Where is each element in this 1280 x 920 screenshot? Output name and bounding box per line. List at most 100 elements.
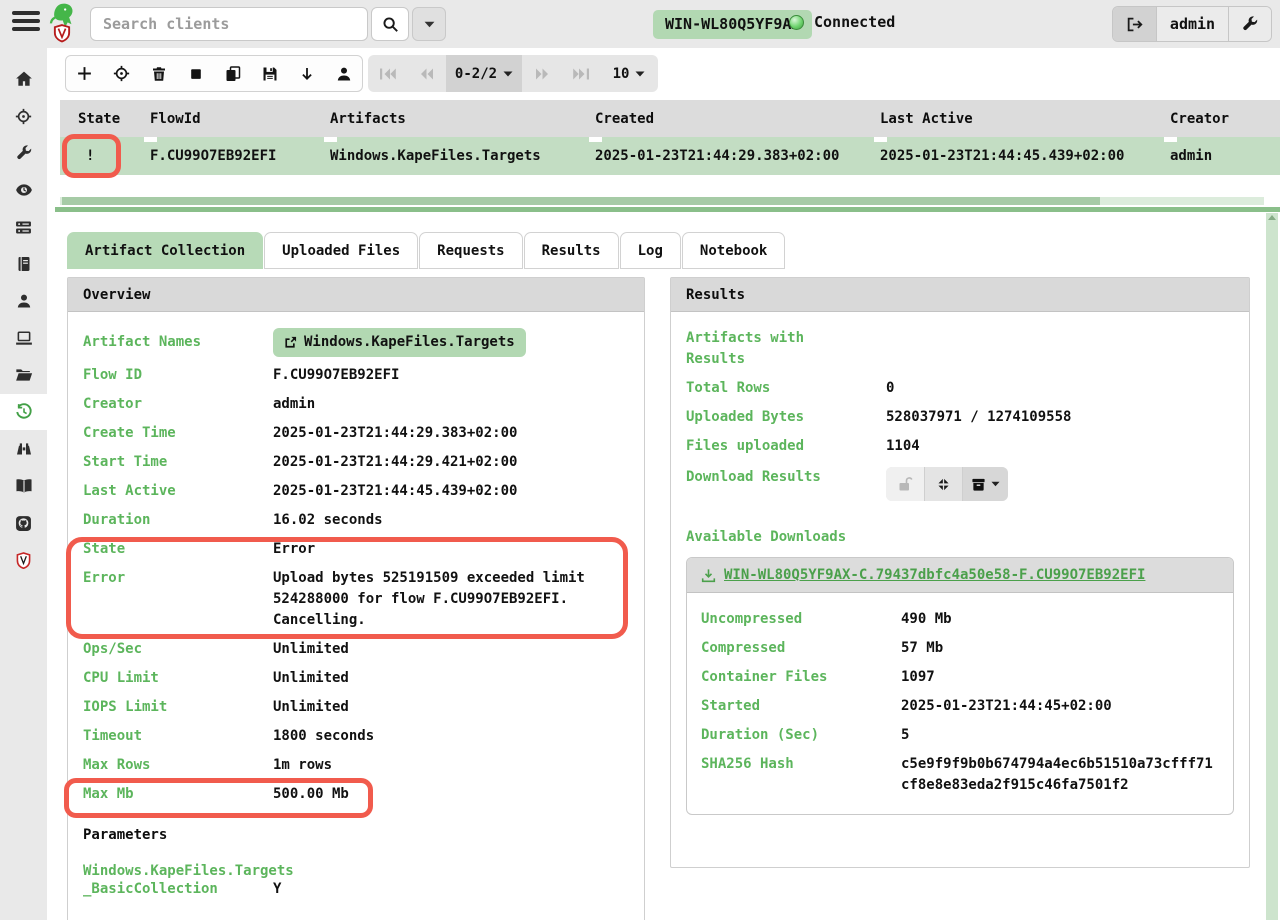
velociraptor-logo-icon (46, 3, 78, 45)
field-value: 1104 (886, 436, 1234, 457)
col-flowid[interactable]: FlowId (150, 111, 330, 127)
history-icon (15, 403, 33, 421)
sidebar-item-github[interactable] (0, 505, 47, 541)
field-value: 490 Mb (901, 609, 1219, 630)
hamburger-menu-icon[interactable] (12, 11, 40, 37)
flow-id-cell: F.CU99O7EB92EFI (150, 148, 330, 164)
col-state[interactable]: State (60, 111, 150, 127)
assign-user-button[interactable] (325, 56, 362, 91)
sidebar-item-velociraptor-shield[interactable] (0, 542, 47, 578)
field-label: Container Files (701, 667, 881, 688)
sidebar-item-dashboard[interactable] (0, 172, 47, 208)
tab-requests[interactable]: Requests (419, 232, 522, 269)
stop-button[interactable] (177, 56, 214, 91)
page-size-dropdown[interactable]: 10 (600, 55, 658, 92)
lock-download-button[interactable] (886, 467, 924, 501)
sidebar-item-docs[interactable] (0, 468, 47, 504)
tab-log[interactable]: Log (620, 232, 681, 269)
search-button[interactable] (371, 7, 409, 41)
laptop-icon (15, 329, 33, 347)
flow-table-row[interactable]: ! F.CU99O7EB92EFI Windows.KapeFiles.Targ… (60, 137, 1280, 175)
parameter-row: _BasicCollection Y (83, 879, 629, 900)
column-resize-handle[interactable] (324, 137, 337, 142)
column-resize-handle[interactable] (589, 137, 602, 142)
sidebar-item-notebooks[interactable] (0, 246, 47, 282)
last-page-button[interactable] (561, 55, 600, 92)
horizontal-scrollbar[interactable] (60, 197, 1264, 205)
page-range-dropdown[interactable]: 0-2/2 (446, 55, 522, 92)
flow-artifacts-cell: Windows.KapeFiles.Targets (330, 148, 595, 164)
caret-down-icon (424, 21, 435, 28)
field-value: 2025-01-23T21:44:29.421+02:00 (273, 452, 629, 473)
field-label: Download Results (686, 467, 866, 488)
col-artifacts[interactable]: Artifacts (330, 111, 595, 127)
plus-icon (76, 65, 93, 82)
download-file-link[interactable]: WIN-WL80Q5YF9AX-C.79437dbfc4a50e58-F.CU9… (724, 567, 1145, 583)
field-label: Max Rows (83, 755, 273, 776)
field-label: Duration (Sec) (701, 725, 881, 746)
save-button[interactable] (251, 56, 288, 91)
download-tray-icon (701, 568, 716, 583)
new-collection-button[interactable] (66, 56, 103, 91)
copy-button[interactable] (214, 56, 251, 91)
field-value: 2025-01-23T21:44:45+02:00 (901, 696, 1219, 717)
shield-v-icon (16, 552, 31, 569)
sidebar-item-collected-artifacts[interactable] (0, 394, 47, 430)
search-options-button[interactable] (412, 7, 446, 41)
wrench-icon (1242, 16, 1258, 32)
results-panel-title: Results (671, 278, 1249, 312)
sidebar-item-home[interactable] (0, 61, 47, 97)
first-page-button[interactable] (368, 55, 407, 92)
prev-page-button[interactable] (407, 55, 446, 92)
sidebar-item-interrogate[interactable] (0, 320, 47, 356)
field-value: 5 (901, 725, 1219, 746)
archive-download-menu-button[interactable] (962, 467, 1008, 501)
lock-open-icon (897, 476, 913, 492)
download-results-buttons (886, 467, 1234, 501)
field-label: SHA256 Hash (701, 754, 881, 796)
field-value: 0 (886, 378, 1234, 399)
panel-splitter[interactable] (55, 207, 1280, 212)
sidebar-item-vfs[interactable] (0, 357, 47, 393)
field-label: Artifacts with Results (686, 328, 866, 370)
page-range-label: 0-2/2 (455, 66, 497, 82)
column-resize-handle[interactable] (874, 137, 887, 142)
col-last-active[interactable]: Last Active (880, 111, 1170, 127)
flow-detail-tabs: Artifact Collection Uploaded Files Reque… (67, 232, 786, 269)
tab-artifact-collection[interactable]: Artifact Collection (67, 232, 263, 269)
sidebar-item-view-artifacts[interactable] (0, 135, 47, 171)
horizontal-scrollbar-thumb[interactable] (62, 197, 1100, 205)
tab-results[interactable]: Results (524, 232, 619, 269)
settings-button[interactable] (1229, 7, 1271, 41)
tab-notebook[interactable]: Notebook (682, 232, 785, 269)
field-value: 2025-01-23T21:44:45.439+02:00 (273, 481, 629, 502)
vertical-scrollbar[interactable] (1266, 213, 1278, 920)
field-value: 528037971 / 1274109558 (886, 407, 1234, 428)
download-button[interactable] (288, 56, 325, 91)
logout-button[interactable] (1113, 7, 1157, 41)
column-resize-handle[interactable] (144, 137, 157, 142)
sidebar-item-server-events[interactable] (0, 209, 47, 245)
field-value: 1097 (901, 667, 1219, 688)
overview-panel-title: Overview (68, 278, 644, 312)
next-page-button[interactable] (522, 55, 561, 92)
parameter-label: _BasicCollection (83, 879, 273, 900)
flow-created-cell: 2025-01-23T21:44:29.383+02:00 (595, 148, 880, 164)
sidebar-item-client-events[interactable] (0, 431, 47, 467)
delete-button[interactable] (140, 56, 177, 91)
hunt-button[interactable] (103, 56, 140, 91)
column-resize-handle[interactable] (1164, 137, 1177, 142)
search-input[interactable] (90, 7, 368, 41)
field-value: 2025-01-23T21:44:29.383+02:00 (273, 423, 629, 444)
artifact-badge-link[interactable]: Windows.KapeFiles.Targets (273, 328, 526, 357)
user-button[interactable]: admin (1157, 7, 1229, 41)
tab-uploaded-files[interactable]: Uploaded Files (264, 232, 418, 269)
flow-creator-cell: admin (1170, 148, 1280, 164)
col-creator[interactable]: Creator (1170, 111, 1280, 127)
search-icon (382, 16, 399, 33)
next-page-icon (533, 67, 551, 81)
sidebar-item-hunts[interactable] (0, 98, 47, 134)
prepare-download-button[interactable] (924, 467, 962, 501)
sidebar-item-host-info[interactable] (0, 283, 47, 319)
col-created[interactable]: Created (595, 111, 880, 127)
